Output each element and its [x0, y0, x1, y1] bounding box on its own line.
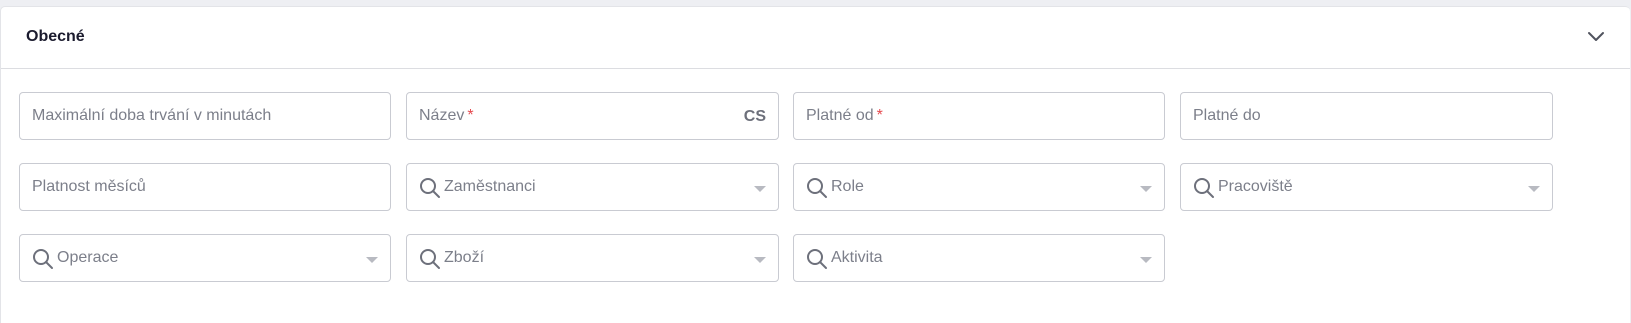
max-duration-label: Maximální doba trvání v minutách [32, 107, 272, 124]
section-title: Obecné [26, 28, 85, 45]
operation-select[interactable]: Operace [19, 234, 391, 282]
goods-select[interactable]: Zboží [406, 234, 779, 282]
name-label: Název * [419, 107, 474, 124]
validity-months-label: Platnost měsíců [32, 178, 146, 195]
valid-to-input[interactable]: Platné do [1180, 92, 1553, 140]
chevron-down-icon[interactable] [1587, 29, 1605, 43]
general-section-panel: Obecné Maximální doba trvání v minutách … [0, 6, 1630, 323]
operation-label: Operace [57, 249, 119, 266]
search-icon [33, 249, 53, 269]
search-icon [807, 178, 827, 198]
employees-label: Zaměstnanci [444, 178, 536, 195]
caret-down-icon[interactable] [1528, 186, 1540, 192]
required-mark: * [467, 107, 474, 124]
role-label: Role [831, 178, 864, 195]
language-indicator[interactable]: CS [744, 108, 766, 126]
search-icon [420, 249, 440, 269]
max-duration-input[interactable]: Maximální doba trvání v minutách [19, 92, 391, 140]
search-icon [1194, 178, 1214, 198]
goods-label: Zboží [444, 249, 485, 266]
workplace-label: Pracoviště [1218, 178, 1293, 195]
role-select[interactable]: Role [793, 163, 1165, 211]
validity-months-input[interactable]: Platnost měsíců [19, 163, 391, 211]
required-mark: * [876, 107, 883, 124]
valid-to-label: Platné do [1193, 107, 1261, 124]
activity-select[interactable]: Aktivita [793, 234, 1165, 282]
section-header[interactable]: Obecné [1, 7, 1630, 69]
caret-down-icon[interactable] [366, 257, 378, 263]
search-icon [807, 249, 827, 269]
workplace-select[interactable]: Pracoviště [1180, 163, 1553, 211]
caret-down-icon[interactable] [754, 186, 766, 192]
caret-down-icon[interactable] [754, 257, 766, 263]
employees-select[interactable]: Zaměstnanci [406, 163, 779, 211]
name-input[interactable]: Název * CS [406, 92, 779, 140]
caret-down-icon[interactable] [1140, 186, 1152, 192]
caret-down-icon[interactable] [1140, 257, 1152, 263]
valid-from-label: Platné od * [806, 107, 883, 124]
search-icon [420, 178, 440, 198]
activity-label: Aktivita [831, 249, 883, 266]
valid-from-input[interactable]: Platné od * [793, 92, 1165, 140]
